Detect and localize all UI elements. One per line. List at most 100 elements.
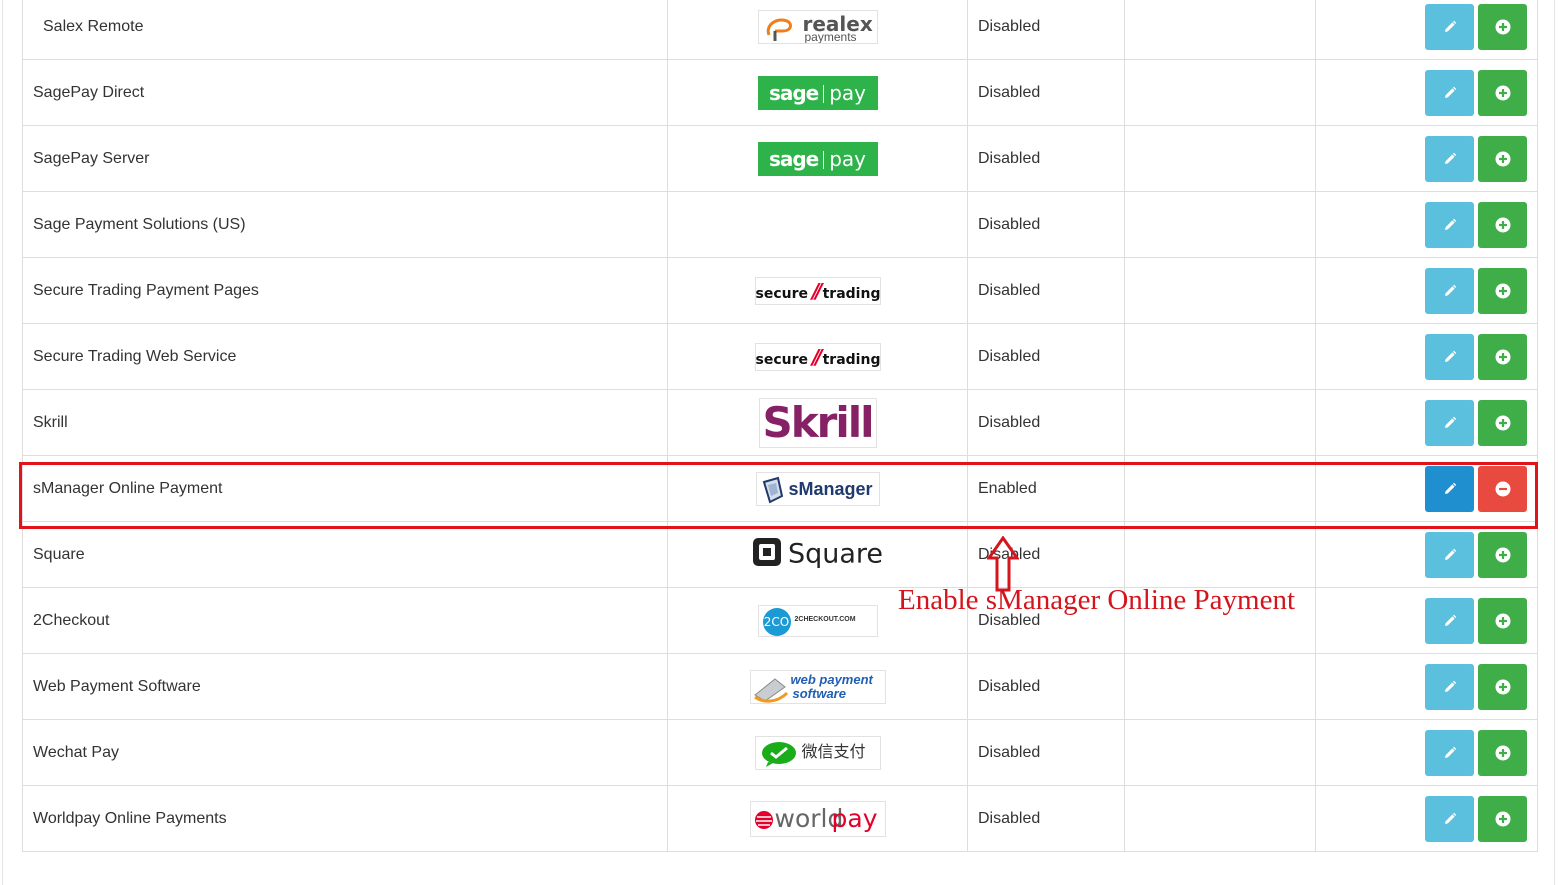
sort-order-cell bbox=[1124, 785, 1316, 852]
table-row: Secure Trading Web Service secure//tradin… bbox=[22, 323, 1538, 390]
sort-order-cell bbox=[1124, 389, 1316, 456]
extension-name: sManager Online Payment bbox=[33, 479, 223, 497]
extension-logo-cell: secure//trading bbox=[667, 323, 968, 390]
status-text: Disabled bbox=[978, 281, 1041, 299]
extension-logo-cell: sage pay bbox=[667, 125, 968, 192]
edit-button[interactable] bbox=[1425, 201, 1474, 248]
edit-button[interactable] bbox=[1425, 333, 1474, 380]
edit-button[interactable] bbox=[1425, 531, 1474, 578]
status-cell: Enabled bbox=[967, 455, 1125, 522]
extension-logo-cell: world pay bbox=[667, 785, 968, 852]
annotation-label: Enable sManager Online Payment bbox=[898, 584, 1296, 616]
square-logo: Square bbox=[752, 537, 884, 573]
page-edge-left bbox=[2, 0, 3, 885]
status-cell: Disabled bbox=[967, 59, 1125, 126]
table-row: Wechat Pay 微信支付 Disabled bbox=[22, 719, 1538, 786]
table-row: Web Payment Software web payment software D… bbox=[22, 653, 1538, 720]
extension-name-cell: Wechat Pay bbox=[22, 719, 668, 786]
sort-order-cell bbox=[1124, 257, 1316, 324]
table-row: 2Checkout 2CO 2CHECKOUT.COM Disabled bbox=[22, 587, 1538, 654]
status-text: Disabled bbox=[978, 149, 1041, 167]
install-button[interactable] bbox=[1478, 399, 1527, 446]
extension-name: SagePay Server bbox=[33, 149, 150, 167]
status-cell: Disabled bbox=[967, 785, 1125, 852]
skrill-logo: Skrill bbox=[758, 397, 877, 448]
edit-button[interactable] bbox=[1425, 3, 1474, 50]
actions-cell bbox=[1315, 191, 1538, 258]
actions-cell bbox=[1315, 389, 1538, 456]
actions-cell bbox=[1315, 59, 1538, 126]
status-text: Disabled bbox=[978, 677, 1041, 695]
edit-button[interactable] bbox=[1425, 795, 1474, 842]
extension-name-cell: 2Checkout bbox=[22, 587, 668, 654]
secure-trading-logo: secure//trading bbox=[754, 342, 881, 371]
sort-order-cell bbox=[1124, 191, 1316, 258]
extension-name-cell: Secure Trading Payment Pages bbox=[22, 257, 668, 324]
sort-order-cell bbox=[1124, 653, 1316, 720]
status-cell: Disabled bbox=[967, 719, 1125, 786]
worldpay-logo: world pay bbox=[749, 800, 886, 837]
extension-logo-cell: realex payments bbox=[667, 0, 968, 60]
uninstall-button[interactable] bbox=[1478, 465, 1527, 512]
install-button[interactable] bbox=[1478, 663, 1527, 710]
table-row: Sage Payment Solutions (US) Disabled bbox=[22, 191, 1538, 258]
actions-cell bbox=[1315, 587, 1538, 654]
page-edge-right bbox=[1554, 0, 1555, 885]
actions-cell bbox=[1315, 257, 1538, 324]
sort-order-cell bbox=[1124, 59, 1316, 126]
edit-button[interactable] bbox=[1425, 663, 1474, 710]
install-button[interactable] bbox=[1478, 267, 1527, 314]
wechat-pay-logo: 微信支付 bbox=[754, 735, 881, 770]
status-text: Disabled bbox=[978, 17, 1041, 35]
web-payment-software-logo: web payment software bbox=[749, 669, 886, 704]
status-cell: Disabled bbox=[967, 0, 1125, 60]
actions-cell bbox=[1315, 719, 1538, 786]
extension-name-cell: sManager Online Payment bbox=[22, 455, 668, 522]
install-button[interactable] bbox=[1478, 729, 1527, 776]
sort-order-cell bbox=[1124, 521, 1316, 588]
extension-name-cell: Square bbox=[22, 521, 668, 588]
table-row: Square Square Disabled bbox=[22, 521, 1538, 588]
smanager-logo: sManager bbox=[755, 471, 880, 506]
edit-button[interactable] bbox=[1425, 69, 1474, 116]
extension-name: Web Payment Software bbox=[33, 677, 201, 695]
install-button[interactable] bbox=[1478, 135, 1527, 182]
extension-logo-cell: 微信支付 bbox=[667, 719, 968, 786]
install-button[interactable] bbox=[1478, 597, 1527, 644]
extension-logo-cell bbox=[667, 191, 968, 258]
edit-button[interactable] bbox=[1425, 729, 1474, 776]
table-row: Salex Remote realex payments Disabled bbox=[22, 0, 1538, 60]
table-row: SagePay Server sage pay Disabled bbox=[22, 125, 1538, 192]
table-row: Worldpay Online Payments world pay Disabled bbox=[22, 785, 1538, 852]
sort-order-cell bbox=[1124, 455, 1316, 522]
install-button[interactable] bbox=[1478, 201, 1527, 248]
install-button[interactable] bbox=[1478, 333, 1527, 380]
extension-name-cell: Sage Payment Solutions (US) bbox=[22, 191, 668, 258]
secure-trading-logo: secure//trading bbox=[754, 276, 881, 305]
install-button[interactable] bbox=[1478, 3, 1527, 50]
extension-name: 2Checkout bbox=[33, 611, 110, 629]
edit-button[interactable] bbox=[1425, 135, 1474, 182]
extension-name-cell: Web Payment Software bbox=[22, 653, 668, 720]
install-button[interactable] bbox=[1478, 531, 1527, 578]
edit-button[interactable] bbox=[1425, 399, 1474, 446]
status-cell: Disabled bbox=[967, 323, 1125, 390]
edit-button[interactable] bbox=[1425, 597, 1474, 644]
install-button[interactable] bbox=[1478, 795, 1527, 842]
sagepay-logo: sage pay bbox=[757, 75, 878, 110]
table-row: Skrill Skrill Disabled bbox=[22, 389, 1538, 456]
actions-cell bbox=[1315, 785, 1538, 852]
realex-logo: realex payments bbox=[757, 9, 878, 44]
extension-name: SagePay Direct bbox=[33, 83, 145, 101]
2checkout-logo: 2CO 2CHECKOUT.COM bbox=[757, 604, 878, 637]
edit-button[interactable] bbox=[1425, 465, 1474, 512]
sort-order-cell bbox=[1124, 323, 1316, 390]
status-text: Disabled bbox=[978, 809, 1041, 827]
install-button[interactable] bbox=[1478, 69, 1527, 116]
actions-cell bbox=[1315, 125, 1538, 192]
edit-button[interactable] bbox=[1425, 267, 1474, 314]
extension-name-cell: Worldpay Online Payments bbox=[22, 785, 668, 852]
extension-logo-cell: Skrill bbox=[667, 389, 968, 456]
extension-logo-cell: web payment software bbox=[667, 653, 968, 720]
extension-name-cell: Secure Trading Web Service bbox=[22, 323, 668, 390]
